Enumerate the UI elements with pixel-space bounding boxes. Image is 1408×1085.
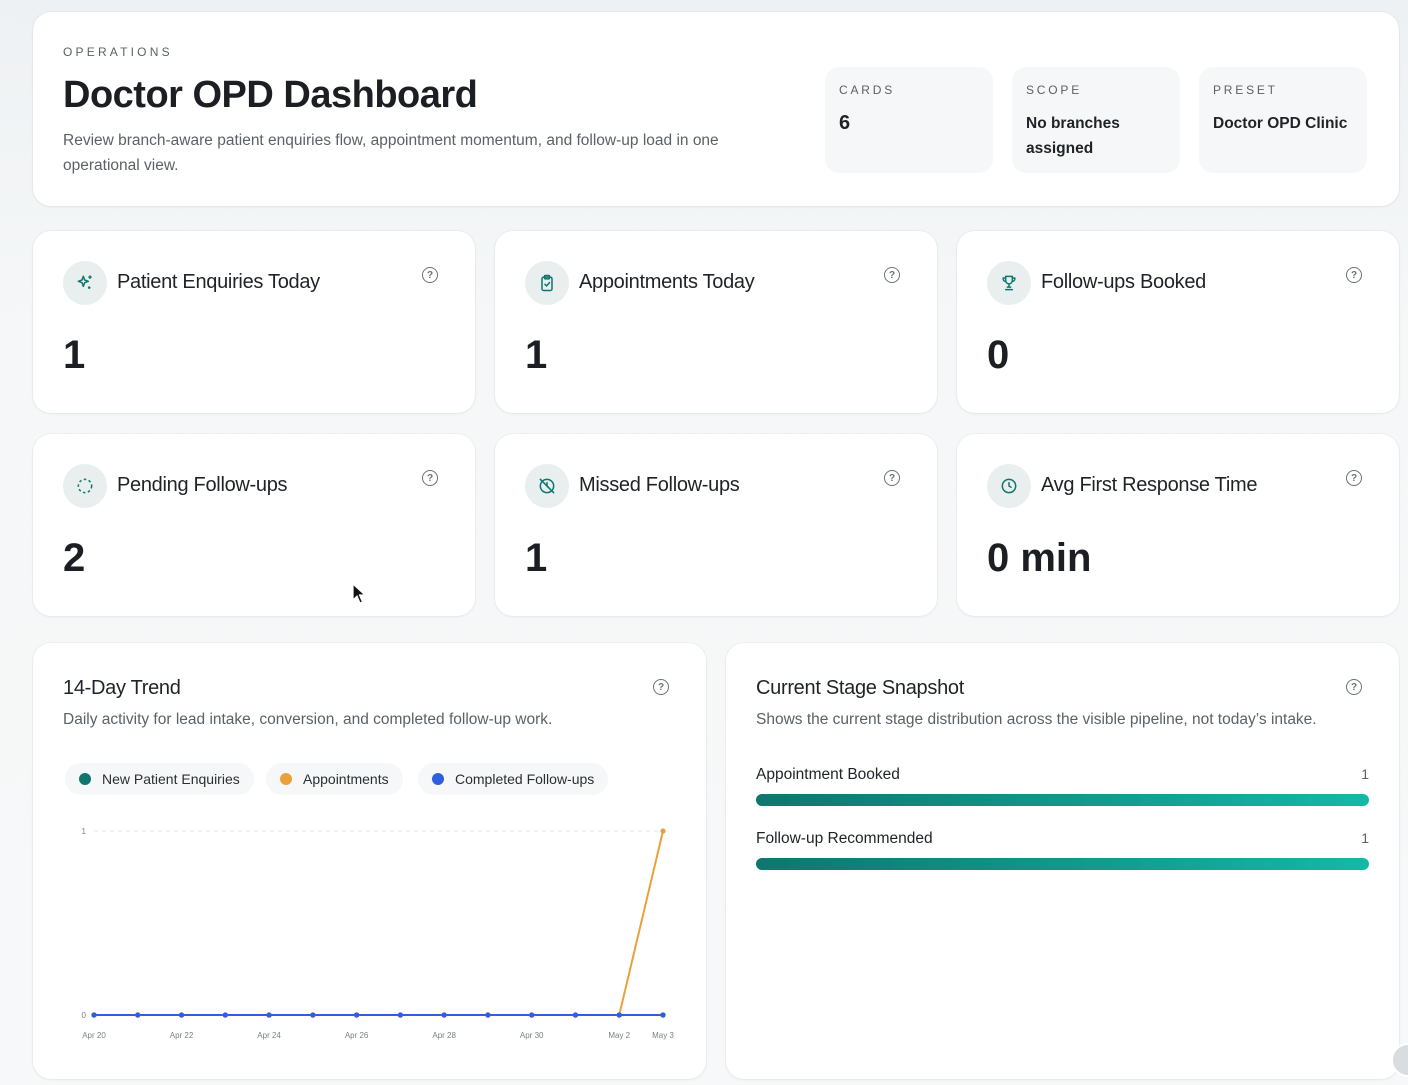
data-point (397, 1012, 403, 1018)
clock-icon (987, 464, 1031, 508)
kpi-card-followups-booked: Follow-ups Booked ? 0 (957, 231, 1399, 413)
kpi-value: 0 (987, 333, 1010, 377)
data-point (135, 1012, 141, 1018)
kpi-card-missed-followups: Missed Follow-ups ? 1 (495, 434, 937, 616)
kpi-value: 1 (63, 333, 86, 377)
data-point (660, 828, 666, 834)
help-icon[interactable]: ? (1346, 470, 1362, 486)
kpi-title: Avg First Response Time (1041, 474, 1258, 496)
dashboard-header: OPERATIONS Doctor OPD Dashboard Review b… (33, 12, 1399, 206)
page-title: Doctor OPD Dashboard (63, 74, 478, 116)
kpi-title: Appointments Today (579, 271, 755, 293)
stage-row: Follow-up Recommended 1 (756, 830, 1369, 870)
kpi-card-pending-followups: Pending Follow-ups ? 2 (33, 434, 475, 616)
stage-title: Current Stage Snapshot (756, 677, 964, 699)
meta-label: SCOPE (1026, 83, 1083, 97)
kpi-card-avg-response-time: Avg First Response Time ? 0 min (957, 434, 1399, 616)
help-icon[interactable]: ? (1346, 267, 1362, 283)
meta-label: PRESET (1213, 83, 1278, 97)
data-point (529, 1012, 535, 1018)
kpi-card-appointments: Appointments Today ? 1 (495, 231, 937, 413)
data-point (266, 1012, 272, 1018)
y-tick-label: 1 (82, 827, 87, 836)
x-tick-label: Apr 28 (432, 1031, 456, 1040)
data-point (222, 1012, 228, 1018)
kpi-value: 1 (525, 333, 548, 377)
kpi-title: Missed Follow-ups (579, 474, 740, 496)
help-icon[interactable]: ? (884, 267, 900, 283)
page-subtitle: Review branch-aware patient enquiries fl… (63, 132, 719, 174)
x-tick-label: Apr 20 (82, 1031, 106, 1040)
stage-count: 1 (1361, 830, 1369, 846)
x-tick-label: Apr 22 (170, 1031, 194, 1040)
stage-label: Follow-up Recommended (756, 830, 933, 847)
sparkle-icon (63, 261, 107, 305)
help-icon[interactable]: ? (1346, 679, 1362, 695)
x-tick-label: Apr 26 (345, 1031, 369, 1040)
series-line (94, 830, 664, 1016)
dashed-circle-icon (63, 464, 107, 508)
eyebrow: OPERATIONS (63, 45, 173, 59)
stage-bar (756, 858, 1369, 870)
help-icon[interactable]: ? (422, 470, 438, 486)
meta-value: 6 (839, 112, 851, 134)
data-point (660, 1012, 666, 1018)
kpi-value: 2 (63, 536, 86, 580)
stage-label: Appointment Booked (756, 766, 900, 783)
trend-panel: 14-Day Trend ? Daily activity for lead i… (33, 643, 706, 1079)
data-point (354, 1012, 360, 1018)
trend-chart: 0 1 Apr 20 Apr 22 Apr 24 Apr 26 Apr 28 Apr 30 Ma… (82, 827, 675, 1040)
data-point (485, 1012, 491, 1018)
data-point (616, 1012, 622, 1018)
meta-card-cards: CARDS 6 (825, 67, 993, 173)
kpi-value: 1 (525, 536, 548, 580)
stage-description: Shows the current stage distribution acr… (756, 711, 1317, 728)
data-point (572, 1012, 579, 1018)
x-tick-label: May 3 (652, 1031, 674, 1040)
meta-card-scope: SCOPE No branches assigned (1012, 67, 1180, 173)
stage-panel: Current Stage Snapshot ? Shows the curre… (726, 643, 1399, 1079)
data-point (310, 1012, 316, 1018)
help-icon[interactable]: ? (422, 267, 438, 283)
x-tick-label: May 2 (608, 1031, 630, 1040)
x-tick-label: Apr 24 (257, 1031, 281, 1040)
meta-value: Doctor OPD Clinic (1213, 115, 1348, 132)
clipboard-check-icon (525, 261, 569, 305)
meta-label: CARDS (839, 83, 896, 97)
mouse-cursor-icon (352, 583, 366, 604)
kpi-value: 0 min (987, 536, 1092, 580)
kpi-title: Pending Follow-ups (117, 474, 288, 496)
clock-off-icon (525, 464, 569, 508)
trophy-icon (987, 261, 1031, 305)
x-tick-label: Apr 30 (520, 1031, 544, 1040)
data-point (91, 1012, 97, 1018)
stage-bar (756, 794, 1369, 806)
data-point (178, 1012, 185, 1018)
kpi-title: Patient Enquiries Today (117, 271, 320, 293)
help-icon[interactable]: ? (884, 470, 900, 486)
meta-value: No branches assigned (1026, 115, 1120, 157)
kpi-card-patient-enquiries: Patient Enquiries Today ? 1 (33, 231, 475, 413)
meta-card-preset: PRESET Doctor OPD Clinic (1199, 67, 1367, 173)
stage-row: Appointment Booked 1 (756, 766, 1369, 806)
y-tick-label: 0 (82, 1011, 87, 1020)
kpi-title: Follow-ups Booked (1041, 271, 1206, 293)
stage-count: 1 (1361, 766, 1369, 782)
data-point (441, 1012, 447, 1018)
